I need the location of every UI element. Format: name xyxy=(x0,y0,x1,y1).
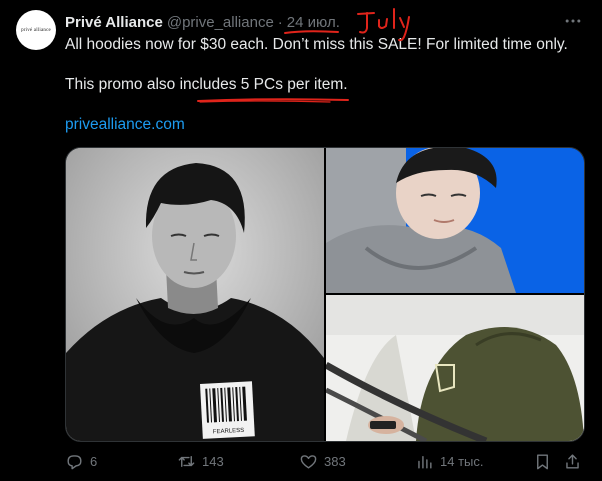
repost-button[interactable]: 143 xyxy=(177,448,224,474)
post-date[interactable]: 24 июл. xyxy=(287,14,340,31)
media-image-3[interactable] xyxy=(326,295,584,441)
hoodie-green-illustration xyxy=(326,295,584,441)
like-icon xyxy=(300,454,317,469)
media-image-2[interactable] xyxy=(326,148,584,293)
author-name[interactable]: Privé Alliance xyxy=(65,14,163,31)
reply-count: 6 xyxy=(90,453,98,469)
tweet-text-line-2: This promo also includes 5 PCs per item. xyxy=(65,76,348,93)
media-image-1[interactable]: FEARLESS xyxy=(66,148,324,441)
like-count: 383 xyxy=(324,453,346,469)
bookmark-button[interactable] xyxy=(533,448,552,474)
reply-button[interactable]: 6 xyxy=(65,448,97,474)
portrait-blue-illustration xyxy=(326,148,584,293)
more-icon[interactable] xyxy=(563,11,583,31)
author-handle[interactable]: @prive_alliance xyxy=(167,14,274,31)
action-bar: 6 143 383 14 тыс. xyxy=(65,448,585,474)
media-grid: FEARLESS xyxy=(65,147,585,442)
bookmark-icon xyxy=(537,453,548,469)
avatar[interactable]: privé alliance xyxy=(16,10,56,50)
avatar-logo-text: privé alliance xyxy=(21,27,51,33)
portrait-bw-illustration: FEARLESS xyxy=(66,148,324,441)
like-button[interactable]: 383 xyxy=(299,448,346,474)
share-icon xyxy=(566,453,579,469)
promo-underline xyxy=(197,98,349,102)
separator-dot: · xyxy=(277,13,283,31)
tweet-header: Privé Alliance @prive_alliance · 24 июл. xyxy=(65,12,340,32)
repost-count: 143 xyxy=(202,453,224,469)
website-link[interactable]: privealliance.com xyxy=(65,116,185,134)
repost-icon xyxy=(178,455,195,467)
views-count: 14 тыс. xyxy=(440,453,484,469)
views-icon xyxy=(418,455,432,469)
views-button[interactable]: 14 тыс. xyxy=(415,448,483,474)
share-button[interactable] xyxy=(563,448,582,474)
tweet-text-line-1: All hoodies now for $30 each. Don’t miss… xyxy=(65,36,568,53)
reply-icon xyxy=(67,454,82,469)
